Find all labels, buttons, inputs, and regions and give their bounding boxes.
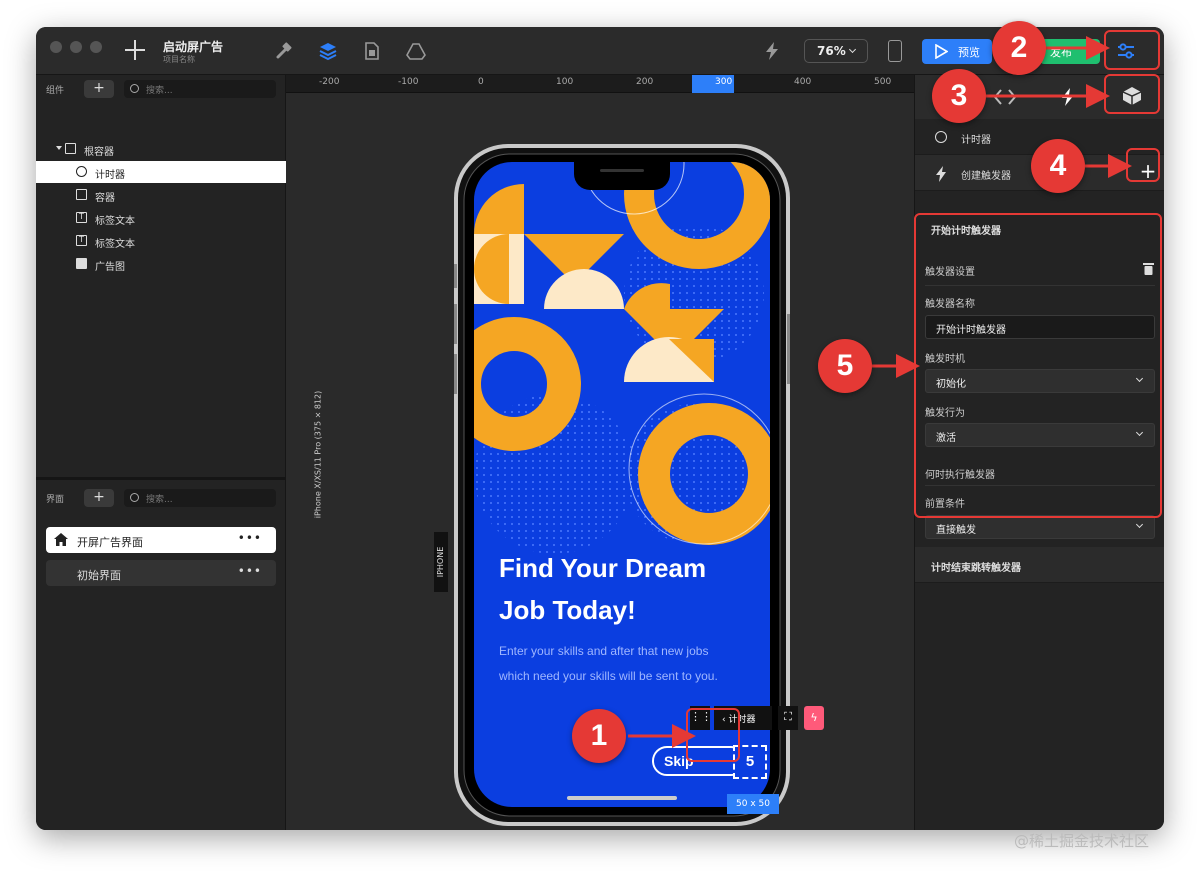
annotation-5: 5 — [818, 339, 872, 393]
annotation-4: 4 — [1031, 139, 1085, 193]
annotation-3: 3 — [932, 69, 986, 123]
watermark: @稀土掘金技术社区 — [1014, 832, 1150, 850]
annotation-1: 1 — [572, 709, 626, 763]
annotation-2: 2 — [992, 21, 1046, 75]
